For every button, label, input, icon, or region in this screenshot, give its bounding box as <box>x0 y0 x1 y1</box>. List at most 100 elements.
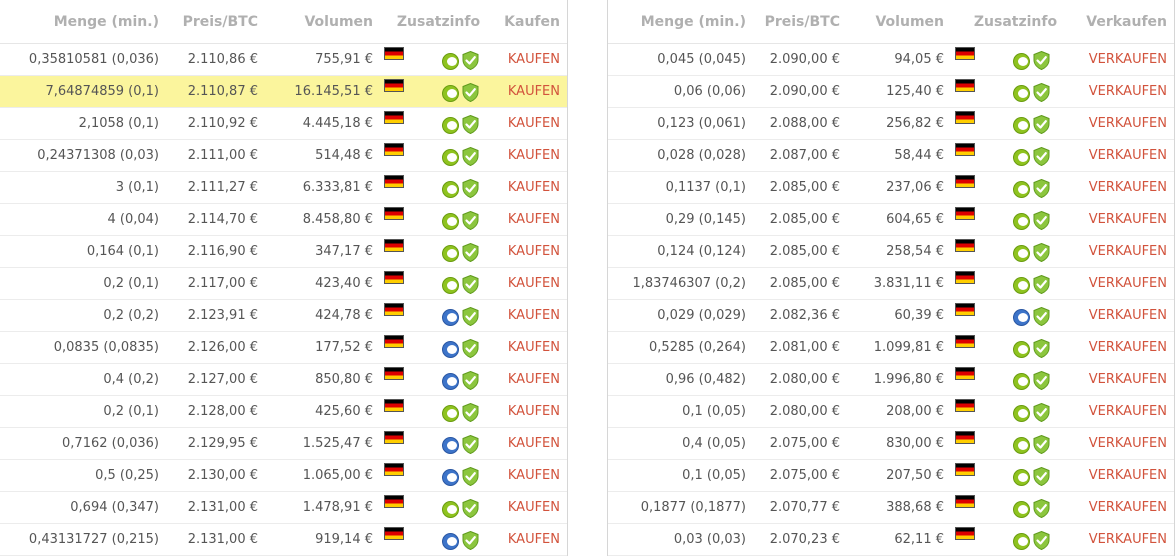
germany-flag-icon <box>384 271 404 284</box>
verkaufen-link[interactable]: VERKAUFEN <box>1079 43 1174 76</box>
verkaufen-link[interactable]: VERKAUFEN <box>1079 331 1174 364</box>
trust-level-icon <box>442 53 459 70</box>
table-row[interactable]: 0,06 (0,06) 2.090,00 €125,40 € VERKAUFEN <box>608 75 1174 108</box>
verified-shield-icon <box>1033 50 1050 71</box>
kaufen-link[interactable]: KAUFEN <box>496 267 567 300</box>
germany-flag-icon <box>384 335 404 348</box>
header-preis[interactable]: Preis/BTC <box>167 0 270 44</box>
header-menge[interactable]: Menge (min.) <box>608 0 754 44</box>
table-row[interactable]: 0,1877 (0,1877) 2.070,77 €388,68 € VERKAUF… <box>608 491 1174 524</box>
verkaufen-link[interactable]: VERKAUFEN <box>1079 299 1174 332</box>
germany-flag-icon <box>384 367 404 380</box>
table-row[interactable]: 0,694 (0,347) 2.131,00 €1.478,91 € KAUFEN <box>0 491 567 524</box>
table-row[interactable]: 0,96 (0,482) 2.080,00 €1.996,80 € VERKAUFE… <box>608 363 1174 396</box>
verkaufen-link[interactable]: VERKAUFEN <box>1079 75 1174 108</box>
table-row[interactable]: 0,1 (0,05) 2.080,00 €208,00 € VERKAUFEN <box>608 395 1174 428</box>
zusatzinfo-cell <box>952 171 1079 204</box>
zusatzinfo-cell <box>952 43 1079 76</box>
menge-cell: 2,1058 (0,1) <box>0 107 167 140</box>
germany-flag-icon <box>384 79 404 92</box>
kaufen-link[interactable]: KAUFEN <box>496 395 567 428</box>
kaufen-link[interactable]: KAUFEN <box>496 107 567 140</box>
volumen-cell: 425,60 € <box>270 395 381 428</box>
zusatzinfo-cell <box>952 331 1079 364</box>
table-row[interactable]: 0,7162 (0,036) 2.129,95 €1.525,47 € KAUFEN <box>0 427 567 460</box>
zusatzinfo-cell <box>952 139 1079 172</box>
table-row[interactable]: 0,03 (0,03) 2.070,23 €62,11 € VERKAUFEN <box>608 523 1174 556</box>
table-row[interactable]: 0,123 (0,061) 2.088,00 €256,82 € VERKAUFEN <box>608 107 1174 140</box>
table-row[interactable]: 0,028 (0,028) 2.087,00 €58,44 € VERKAUFEN <box>608 139 1174 172</box>
table-row[interactable]: 0,29 (0,145) 2.085,00 €604,65 € VERKAUFEN <box>608 203 1174 236</box>
kaufen-link[interactable]: KAUFEN <box>496 331 567 364</box>
verkaufen-link[interactable]: VERKAUFEN <box>1079 491 1174 524</box>
preis-cell: 2.075,00 € <box>754 427 852 460</box>
germany-flag-icon <box>384 463 404 476</box>
header-volumen[interactable]: Volumen <box>852 0 952 44</box>
kaufen-link[interactable]: KAUFEN <box>496 491 567 524</box>
kaufen-link[interactable]: KAUFEN <box>496 235 567 268</box>
table-row[interactable]: 0,35810581 (0,036) 2.110,86 €755,91 € KAUF… <box>0 43 567 76</box>
preis-cell: 2.131,00 € <box>167 523 270 556</box>
kaufen-link[interactable]: KAUFEN <box>496 75 567 108</box>
verkaufen-link[interactable]: VERKAUFEN <box>1079 523 1174 556</box>
verkaufen-link[interactable]: VERKAUFEN <box>1079 363 1174 396</box>
trust-level-icon <box>442 533 459 550</box>
kaufen-link[interactable]: KAUFEN <box>496 523 567 556</box>
trust-level-icon <box>442 437 459 454</box>
kaufen-link[interactable]: KAUFEN <box>496 171 567 204</box>
table-row[interactable]: 4 (0,04) 2.114,70 €8.458,80 € KAUFEN <box>0 203 567 236</box>
table-row[interactable]: 0,4 (0,2) 2.127,00 €850,80 € KAUFEN <box>0 363 567 396</box>
verkaufen-link[interactable]: VERKAUFEN <box>1079 171 1174 204</box>
kaufen-link[interactable]: KAUFEN <box>496 299 567 332</box>
verkaufen-link[interactable]: VERKAUFEN <box>1079 395 1174 428</box>
table-row[interactable]: 3 (0,1) 2.111,27 €6.333,81 € KAUFEN <box>0 171 567 204</box>
menge-cell: 3 (0,1) <box>0 171 167 204</box>
header-preis[interactable]: Preis/BTC <box>754 0 852 44</box>
kaufen-link[interactable]: KAUFEN <box>496 203 567 236</box>
kaufen-link[interactable]: KAUFEN <box>496 459 567 492</box>
kaufen-link[interactable]: KAUFEN <box>496 363 567 396</box>
table-row[interactable]: 0,2 (0,1) 2.117,00 €423,40 € KAUFEN <box>0 267 567 300</box>
table-row[interactable]: 0,124 (0,124) 2.085,00 €258,54 € VERKAUFEN <box>608 235 1174 268</box>
germany-flag-icon <box>955 271 975 284</box>
table-row[interactable]: 0,4 (0,05) 2.075,00 €830,00 € VERKAUFEN <box>608 427 1174 460</box>
table-row[interactable]: 0,164 (0,1) 2.116,90 €347,17 € KAUFEN <box>0 235 567 268</box>
zusatzinfo-cell <box>381 107 496 140</box>
table-row[interactable]: 0,5285 (0,264) 2.081,00 €1.099,81 € VERKAU… <box>608 331 1174 364</box>
table-row[interactable]: 1,83746307 (0,2) 2.085,00 €3.831,11 € VERK… <box>608 267 1174 300</box>
kaufen-link[interactable]: KAUFEN <box>496 43 567 76</box>
table-row[interactable]: 0,2 (0,2) 2.123,91 €424,78 € KAUFEN <box>0 299 567 332</box>
verified-shield-icon <box>462 338 479 359</box>
preis-cell: 2.085,00 € <box>754 267 852 300</box>
germany-flag-icon <box>955 207 975 220</box>
header-menge[interactable]: Menge (min.) <box>0 0 167 44</box>
verkaufen-link[interactable]: VERKAUFEN <box>1079 427 1174 460</box>
verkaufen-link[interactable]: VERKAUFEN <box>1079 235 1174 268</box>
verkaufen-link[interactable]: VERKAUFEN <box>1079 107 1174 140</box>
table-row[interactable]: 0,0835 (0,0835) 2.126,00 €177,52 € KAUFEN <box>0 331 567 364</box>
volumen-cell: 388,68 € <box>852 491 952 524</box>
verkaufen-link[interactable]: VERKAUFEN <box>1079 203 1174 236</box>
sell-offers-panel: Menge (min.) Preis/BTC Volumen Zusatzinf… <box>607 0 1175 556</box>
verkaufen-link[interactable]: VERKAUFEN <box>1079 459 1174 492</box>
table-row[interactable]: 0,1 (0,05) 2.075,00 €207,50 € VERKAUFEN <box>608 459 1174 492</box>
trust-level-icon <box>1013 149 1030 166</box>
kaufen-link[interactable]: KAUFEN <box>496 139 567 172</box>
table-row[interactable]: 0,43131727 (0,215) 2.131,00 €919,14 € KAUF… <box>0 523 567 556</box>
header-volumen[interactable]: Volumen <box>270 0 381 44</box>
verkaufen-link[interactable]: VERKAUFEN <box>1079 139 1174 172</box>
table-row[interactable]: 0,045 (0,045) 2.090,00 €94,05 € VERKAUFEN <box>608 43 1174 76</box>
verkaufen-link[interactable]: VERKAUFEN <box>1079 267 1174 300</box>
table-row[interactable]: 7,64874859 (0,1) 2.110,87 €16.145,51 € KAU… <box>0 75 567 108</box>
germany-flag-icon <box>384 175 404 188</box>
table-row[interactable]: 0,2 (0,1) 2.128,00 €425,60 € KAUFEN <box>0 395 567 428</box>
verified-shield-icon <box>1033 114 1050 135</box>
menge-cell: 0,06 (0,06) <box>608 75 754 108</box>
table-row[interactable]: 0,1137 (0,1) 2.085,00 €237,06 € VERKAUFEN <box>608 171 1174 204</box>
table-row[interactable]: 0,029 (0,029) 2.082,36 €60,39 € VERKAUFEN <box>608 299 1174 332</box>
table-row[interactable]: 0,5 (0,25) 2.130,00 €1.065,00 € KAUFEN <box>0 459 567 492</box>
table-row[interactable]: 0,24371308 (0,03) 2.111,00 €514,48 € KAUFE… <box>0 139 567 172</box>
table-row[interactable]: 2,1058 (0,1) 2.110,92 €4.445,18 € KAUFEN <box>0 107 567 140</box>
kaufen-link[interactable]: KAUFEN <box>496 427 567 460</box>
verified-shield-icon <box>462 370 479 391</box>
